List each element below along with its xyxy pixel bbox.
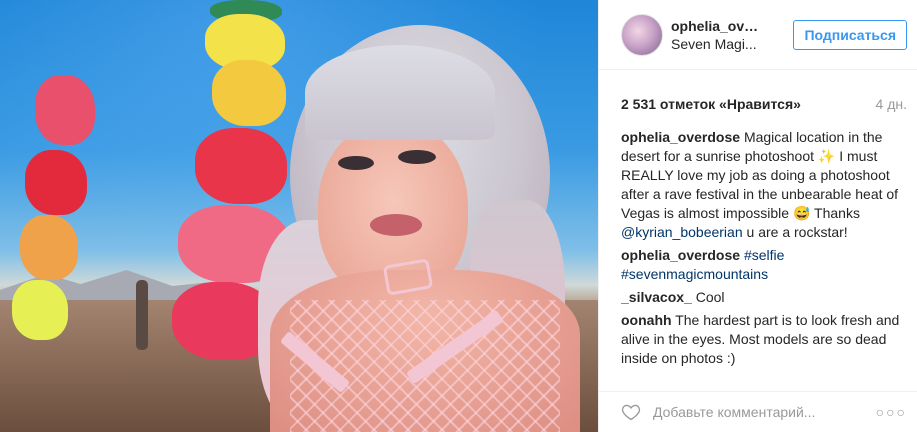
comment-text-after: u are a rockstar! [746,224,848,240]
post-photo[interactable] [0,0,598,432]
add-comment-bar: Добавьте комментарий... ○○○ [599,391,917,432]
comment-input[interactable]: Добавьте комментарий... [653,404,815,420]
hashtag-link[interactable]: #selfie [744,247,784,263]
avatar[interactable] [621,13,663,56]
list-item: _silvacox_ Cool [621,288,905,307]
list-item: oonahh The hardest part is to look fresh… [621,311,905,368]
post-location[interactable]: Seven Magi... [671,35,763,53]
author-username[interactable]: ophelia_over... [671,17,763,35]
comment-author[interactable]: ophelia_overdose [621,129,740,145]
comments-list: ophelia_overdose Magical location in the… [621,128,905,376]
post-time[interactable]: 4 дн. [876,96,907,112]
post-sidebar: ophelia_over... Seven Magi... Подписатьс… [598,0,917,432]
ellipsis-icon[interactable]: ○○○ [876,404,907,420]
follow-button[interactable]: Подписаться [793,19,907,50]
comment-author[interactable]: oonahh [621,312,672,328]
heart-icon[interactable] [621,402,641,422]
author-info: ophelia_over... Seven Magi... [671,17,763,53]
comment-author[interactable]: ophelia_overdose [621,247,740,263]
post-stats: 2 531 отметок «Нравится» 4 дн. [599,96,917,112]
list-item: ophelia_overdose #selfie #sevenmagicmoun… [621,246,905,284]
post-dialog: ophelia_over... Seven Magi... Подписатьс… [0,0,917,432]
likes-count[interactable]: 2 531 отметок «Нравится» [621,96,801,112]
comment-author[interactable]: _silvacox_ [621,289,692,305]
comment-mention[interactable]: @kyrian_bobeerian [621,224,743,240]
hashtag-link[interactable]: #sevenmagicmountains [621,266,768,282]
caption-comment: ophelia_overdose Magical location in the… [621,128,905,242]
comment-text: Cool [695,289,725,305]
post-header: ophelia_over... Seven Magi... Подписатьс… [599,0,917,70]
